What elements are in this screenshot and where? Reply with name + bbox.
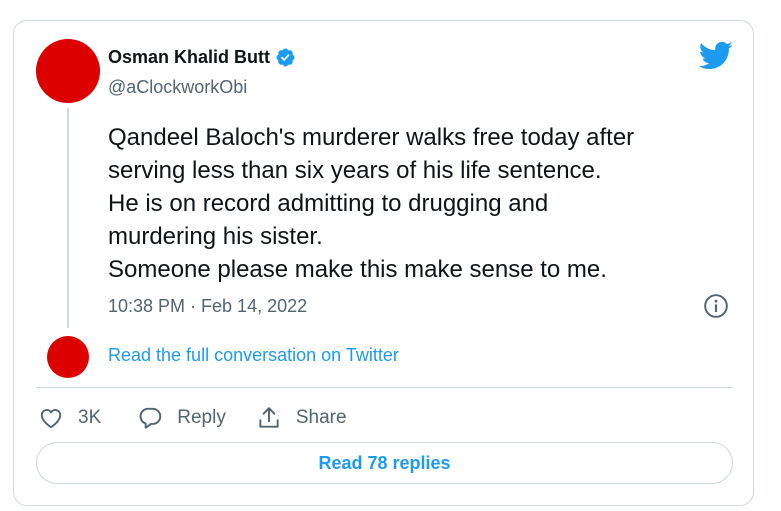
tweet-body: Qandeel Baloch's murderer walks free tod… — [108, 121, 728, 286]
author-avatar[interactable] — [36, 39, 100, 103]
author-display-name[interactable]: Osman Khalid Butt — [108, 47, 270, 68]
tweet-text-line: serving less than six years of his life … — [108, 157, 602, 184]
heart-icon — [40, 409, 62, 429]
info-icon[interactable] — [703, 293, 729, 319]
tweet-text-line: Qandeel Baloch's murderer walks free tod… — [108, 124, 635, 151]
read-replies-button[interactable]: Read 78 replies — [36, 442, 733, 484]
author-name-row: Osman Khalid Butt — [108, 47, 296, 68]
share-button[interactable]: Share — [256, 405, 347, 431]
tweet-text-line: murdering his sister. — [108, 223, 323, 250]
share-upload-icon — [259, 407, 279, 428]
read-full-conversation-link[interactable]: Read the full conversation on Twitter — [108, 345, 399, 366]
speech-bubble-icon — [139, 407, 162, 429]
tweet-text-line: He is on record admitting to drugging an… — [108, 190, 549, 217]
embedded-tweet-card: Osman Khalid Butt @aClockworkObi Qandeel… — [13, 20, 754, 506]
tweet-actions: 3K Reply Share — [38, 401, 347, 435]
like-count: 3K — [78, 407, 102, 428]
reply-button[interactable]: Reply — [137, 405, 226, 431]
verified-badge-icon — [276, 48, 295, 67]
thread-connector-line — [67, 108, 69, 328]
like-button[interactable]: 3K — [38, 405, 101, 431]
tweet-text-line: Someone please make this make sense to m… — [108, 256, 607, 283]
share-label: Share — [295, 407, 347, 428]
divider — [36, 387, 733, 388]
conversation-avatar[interactable] — [47, 336, 89, 378]
tweet-timestamp[interactable]: 10:38 PM · Feb 14, 2022 — [108, 296, 307, 317]
author-handle[interactable]: @aClockworkObi — [108, 77, 247, 98]
twitter-bird-icon[interactable] — [699, 41, 733, 69]
reply-label: Reply — [177, 407, 226, 428]
